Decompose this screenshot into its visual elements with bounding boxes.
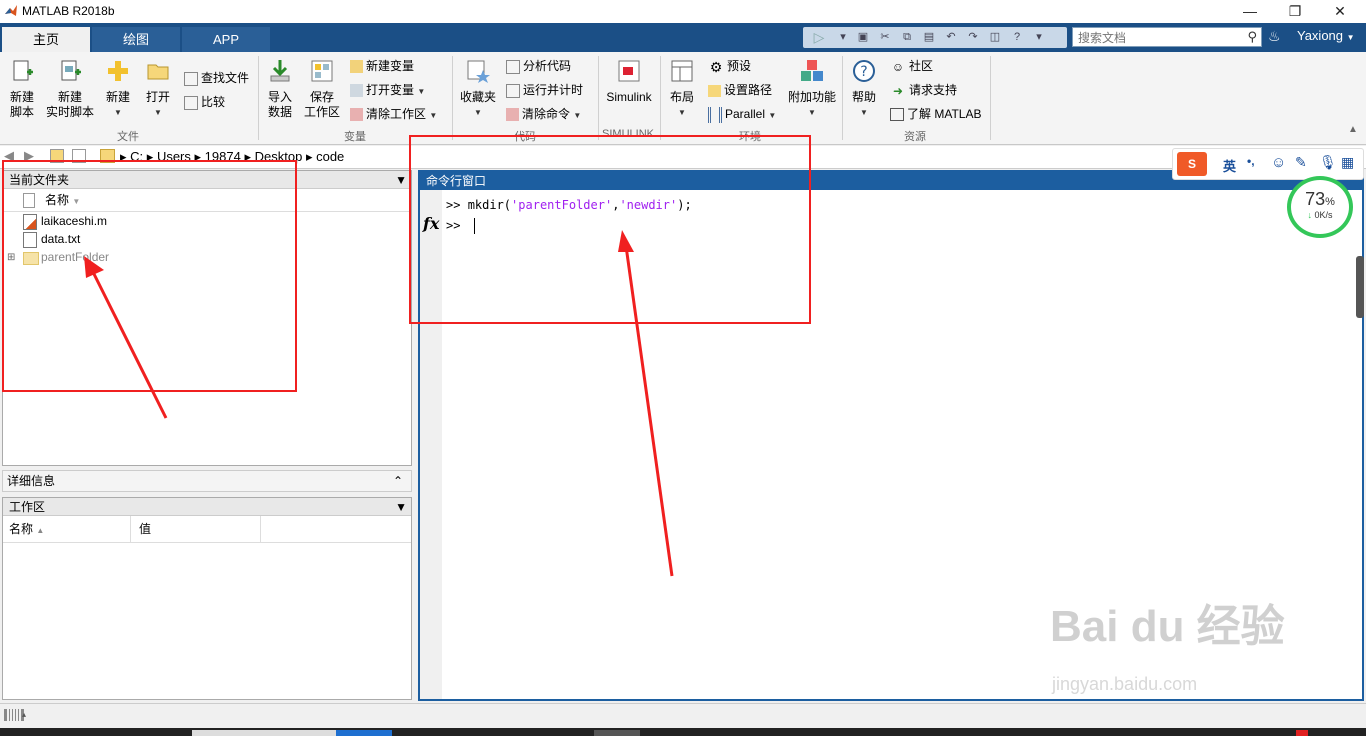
annotation-arrow-command <box>618 230 674 577</box>
annotation-arrows <box>84 230 674 577</box>
annotation-arrow-folder <box>84 256 168 419</box>
